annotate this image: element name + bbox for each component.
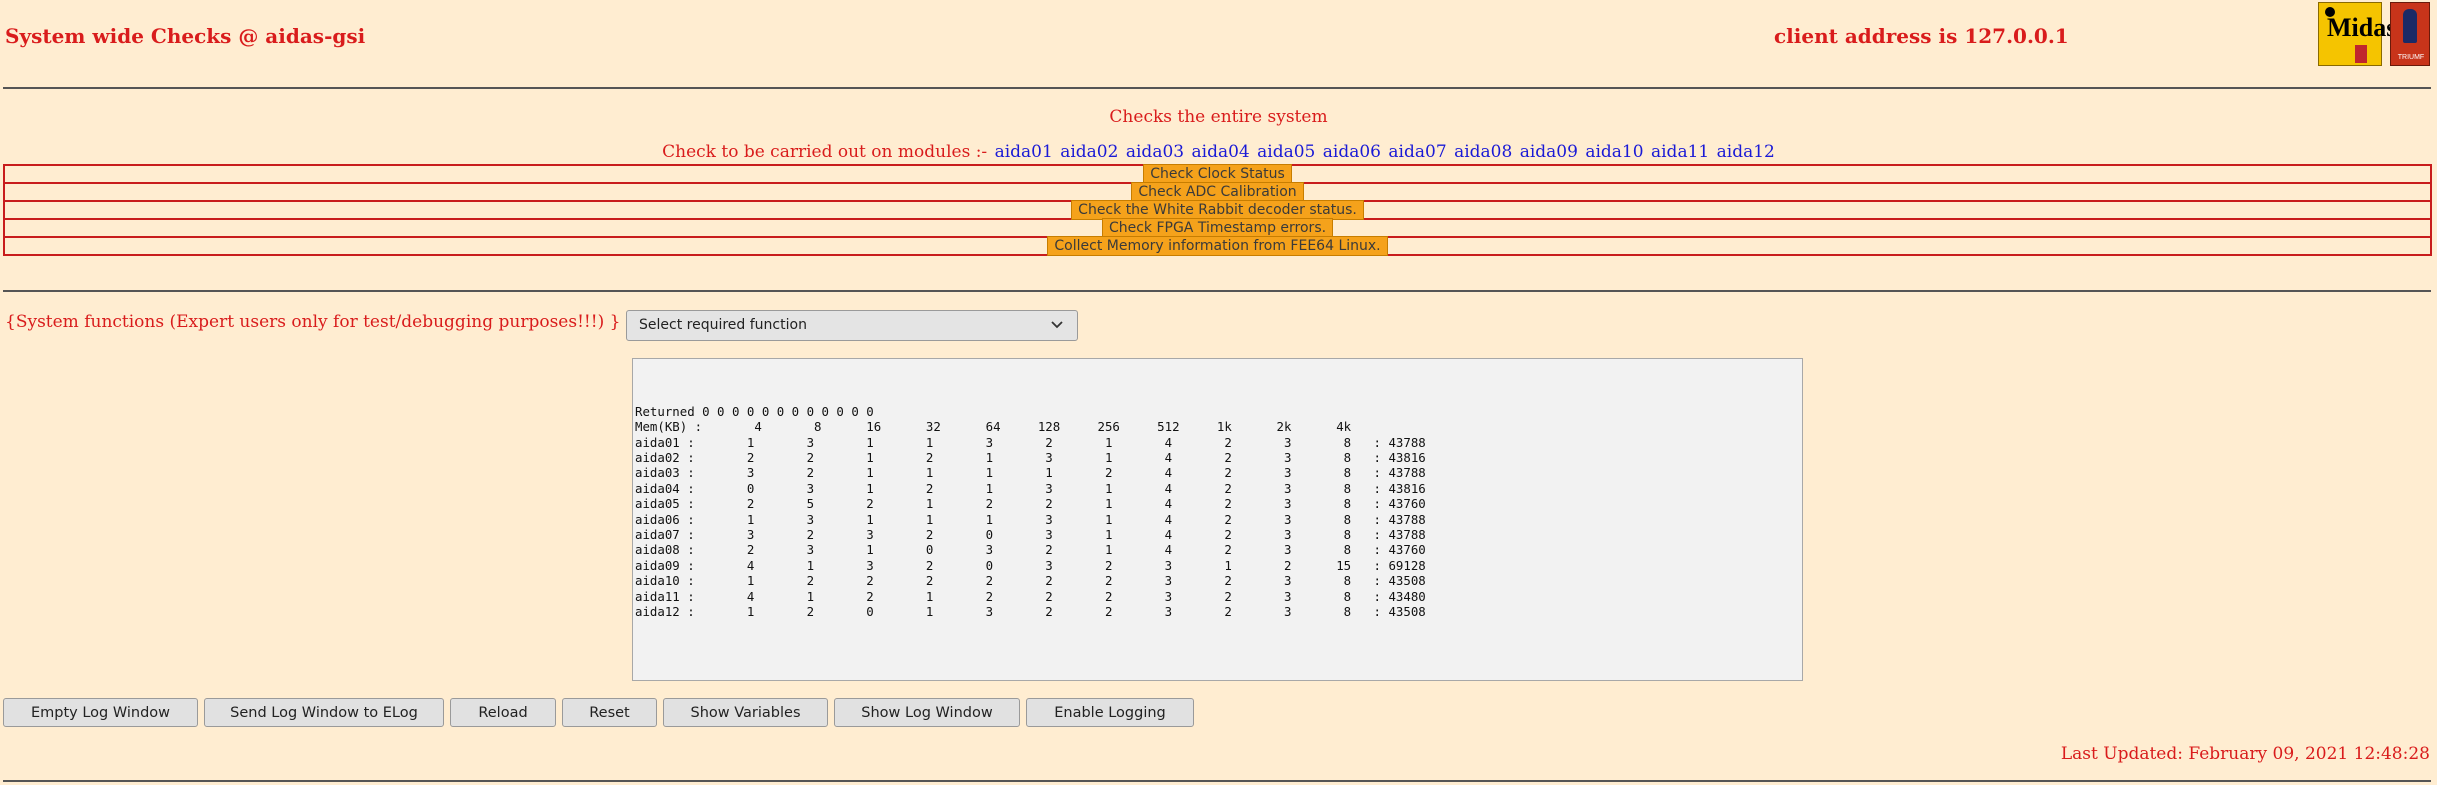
check-adc-calibration-button[interactable]: Check ADC Calibration — [1131, 182, 1304, 202]
last-updated: Last Updated: February 09, 2021 12:48:28 — [2060, 744, 2430, 764]
module-link-aida12[interactable]: aida12 — [1717, 142, 1775, 162]
check-row: Check ADC Calibration — [3, 182, 2432, 202]
chevron-down-icon — [1051, 311, 1063, 351]
module-link-aida01[interactable]: aida01 — [995, 142, 1053, 162]
divider-middle — [3, 290, 2431, 292]
log-line: aida02 : 2 2 1 2 1 3 1 4 2 3 8 : 43816 — [635, 450, 1426, 466]
log-line: aida09 : 4 1 3 2 0 3 2 3 1 2 15 : 69128 — [635, 557, 1426, 573]
triumf-logo[interactable]: TRIUMF — [2390, 2, 2430, 66]
log-line: aida10 : 1 2 2 2 2 2 2 3 2 3 8 : 43508 — [635, 573, 1426, 589]
triumf-logo-text: TRIUMF — [2397, 54, 2425, 61]
collect-memory-info-button[interactable]: Collect Memory information from FEE64 Li… — [1047, 236, 1388, 256]
module-link-aida04[interactable]: aida04 — [1192, 142, 1250, 162]
log-line: aida06 : 1 3 1 1 1 3 1 4 2 3 8 : 43788 — [635, 511, 1426, 527]
client-address: client address is 127.0.0.1 — [1774, 24, 2069, 48]
module-link-aida07[interactable]: aida07 — [1388, 142, 1446, 162]
divider-top — [3, 87, 2431, 89]
enable-logging-button[interactable]: Enable Logging — [1026, 698, 1194, 727]
logo-red-mark — [2355, 45, 2367, 63]
reset-button[interactable]: Reset — [562, 698, 657, 727]
system-function-select[interactable]: Select required function — [626, 310, 1078, 341]
midas-logo-text: Midas — [2327, 13, 2397, 42]
show-variables-button[interactable]: Show Variables — [663, 698, 828, 727]
log-line: aida05 : 2 5 2 1 2 2 1 4 2 3 8 : 43760 — [635, 496, 1426, 512]
page-title: System wide Checks @ aidas-gsi — [5, 24, 366, 48]
empty-log-window-button[interactable]: Empty Log Window — [3, 698, 198, 727]
triumf-figure-icon — [2403, 9, 2417, 43]
log-window[interactable]: Returned 0 0 0 0 0 0 0 0 0 0 0 0 Mem(KB) … — [632, 358, 1803, 681]
log-line: aida04 : 0 3 1 2 1 3 1 4 2 3 8 : 43816 — [635, 480, 1426, 496]
module-link-aida05[interactable]: aida05 — [1257, 142, 1315, 162]
checks-description: Checks the entire system — [1109, 107, 1328, 127]
log-line: aida01 : 1 3 1 1 3 2 1 4 2 3 8 : 43788 — [635, 434, 1426, 450]
check-row: Check the White Rabbit decoder status. — [3, 200, 2432, 220]
log-line: aida07 : 3 2 3 2 0 3 1 4 2 3 8 : 43788 — [635, 527, 1426, 543]
check-clock-status-button[interactable]: Check Clock Status — [1143, 164, 1292, 184]
module-link-aida02[interactable]: aida02 — [1060, 142, 1118, 162]
check-white-rabbit-button[interactable]: Check the White Rabbit decoder status. — [1071, 200, 1364, 220]
check-fpga-timestamp-button[interactable]: Check FPGA Timestamp errors. — [1101, 218, 1334, 238]
log-text: Returned 0 0 0 0 0 0 0 0 0 0 0 0 Mem(KB) … — [635, 404, 1802, 620]
module-link-aida11[interactable]: aida11 — [1651, 142, 1709, 162]
send-log-to-elog-button[interactable]: Send Log Window to ELog — [204, 698, 444, 727]
modules-line: Check to be carried out on modules :- ai… — [0, 142, 2437, 162]
log-line: Returned 0 0 0 0 0 0 0 0 0 0 0 0 — [635, 403, 874, 419]
log-line: aida08 : 2 3 1 0 3 2 1 4 2 3 8 : 43760 — [635, 542, 1426, 558]
module-link-aida10[interactable]: aida10 — [1585, 142, 1643, 162]
check-buttons-table: Check Clock Status Check ADC Calibration… — [3, 164, 2432, 256]
divider-bottom — [3, 780, 2431, 782]
log-line: aida03 : 3 2 1 1 1 1 2 4 2 3 8 : 43788 — [635, 465, 1426, 481]
module-link-aida03[interactable]: aida03 — [1126, 142, 1184, 162]
log-line: aida11 : 4 1 2 1 2 2 2 3 2 3 8 : 43480 — [635, 588, 1426, 604]
module-link-aida09[interactable]: aida09 — [1520, 142, 1578, 162]
bottom-toolbar: Empty Log Window Send Log Window to ELog… — [3, 698, 1200, 727]
resize-handle-icon[interactable] — [1786, 664, 1800, 678]
check-row: Check Clock Status — [3, 164, 2432, 184]
midas-logo[interactable]: Midas — [2318, 2, 2396, 66]
select-value: Select required function — [639, 317, 807, 333]
modules-prefix: Check to be carried out on modules :- — [662, 142, 988, 162]
system-functions-label: {System functions (Expert users only for… — [5, 312, 637, 332]
log-line: aida12 : 1 2 0 1 3 2 2 3 2 3 8 : 43508 — [635, 604, 1426, 620]
check-row: Collect Memory information from FEE64 Li… — [3, 236, 2432, 256]
check-row: Check FPGA Timestamp errors. — [3, 218, 2432, 238]
log-line: Mem(KB) : 4 8 16 32 64 128 256 512 1k 2k… — [635, 419, 1352, 435]
reload-button[interactable]: Reload — [450, 698, 556, 727]
module-link-aida08[interactable]: aida08 — [1454, 142, 1512, 162]
module-link-aida06[interactable]: aida06 — [1323, 142, 1381, 162]
show-log-window-button[interactable]: Show Log Window — [834, 698, 1020, 727]
